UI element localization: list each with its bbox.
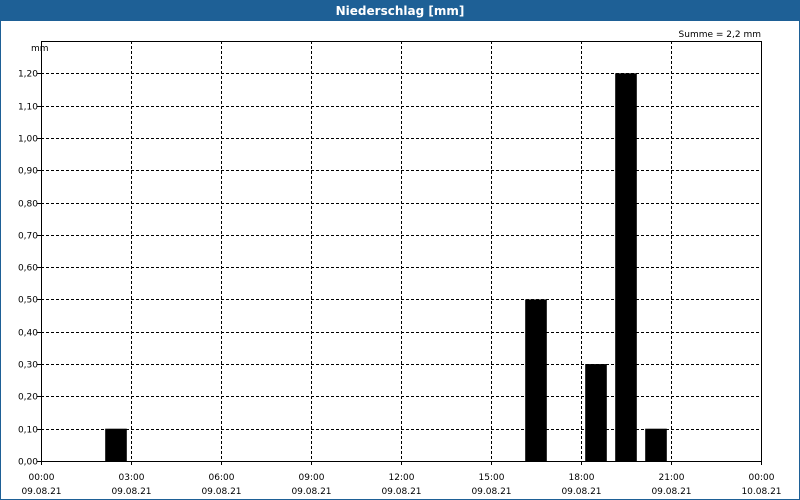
y-tick-label: 0,80 <box>18 200 38 210</box>
x-tick-date: 10.08.21 <box>741 487 781 497</box>
precipitation-bar <box>585 364 607 461</box>
y-tick-label: 0,40 <box>18 329 38 339</box>
y-tick-label: 0,20 <box>18 393 38 403</box>
x-tick-date: 09.08.21 <box>201 487 241 497</box>
y-tick-label: 1,20 <box>18 70 38 80</box>
y-tick-label: 0,00 <box>18 458 38 468</box>
x-tick-time: 15:00 <box>479 473 505 483</box>
precipitation-bar <box>525 299 547 461</box>
x-tick-time: 03:00 <box>119 473 145 483</box>
precipitation-bar <box>645 428 667 461</box>
precipitation-bar <box>615 73 637 462</box>
x-tick-date: 09.08.21 <box>561 487 601 497</box>
x-tick-time: 09:00 <box>299 473 325 483</box>
y-axis-unit: mm <box>31 44 49 54</box>
x-tick-date: 09.08.21 <box>21 487 61 497</box>
x-tick-date: 09.08.21 <box>471 487 511 497</box>
x-tick-time: 12:00 <box>389 473 415 483</box>
x-tick-time: 00:00 <box>749 473 775 483</box>
y-tick-label: 0,90 <box>18 167 38 177</box>
x-tick-time: 06:00 <box>209 473 235 483</box>
precipitation-bar <box>105 428 127 461</box>
x-tick-date: 09.08.21 <box>111 487 151 497</box>
y-tick-label: 0,30 <box>18 361 38 371</box>
x-tick-time: 18:00 <box>569 473 595 483</box>
x-tick-date: 09.08.21 <box>381 487 421 497</box>
y-tick-label: 0,10 <box>18 426 38 436</box>
x-tick-time: 00:00 <box>29 473 55 483</box>
y-tick-label: 1,10 <box>18 103 38 113</box>
x-tick-time: 21:00 <box>659 473 685 483</box>
y-tick-label: 0,60 <box>18 264 38 274</box>
y-tick-label: 0,70 <box>18 232 38 242</box>
x-tick-date: 09.08.21 <box>651 487 691 497</box>
precipitation-chart: mm Summe = 2,2 mm 0,00 0,10 0,20 0,30 0,40 0,… <box>18 30 782 497</box>
sum-label: Summe = 2,2 mm <box>679 30 761 40</box>
chart-title: Niederschlag [mm] <box>1 1 799 21</box>
chart-window: Niederschlag [mm] mm Summe = 2,2 mm 0,00… <box>0 0 800 500</box>
x-tick-date: 09.08.21 <box>291 487 331 497</box>
y-tick-label: 1,00 <box>18 135 38 145</box>
y-tick-label: 0,50 <box>18 296 38 306</box>
